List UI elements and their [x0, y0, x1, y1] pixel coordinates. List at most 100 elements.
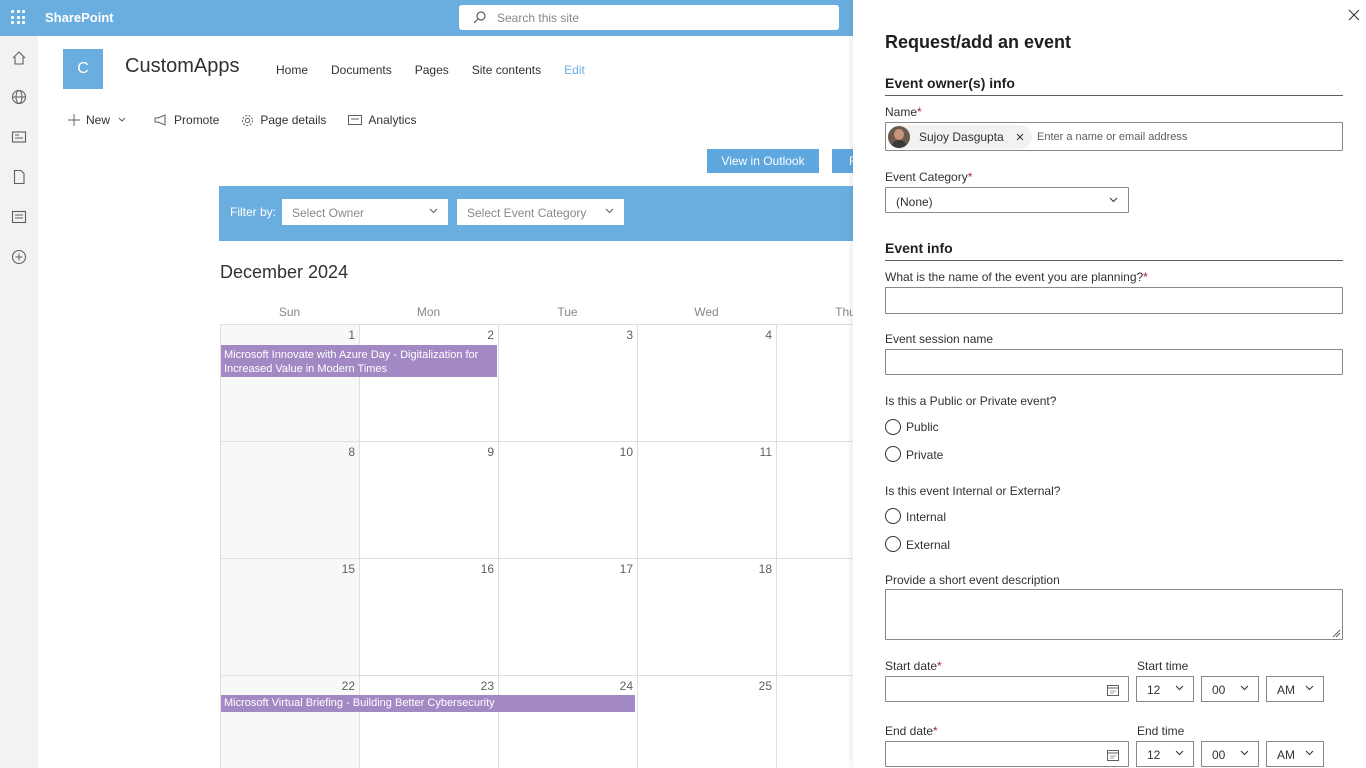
- app-launcher-icon[interactable]: [11, 10, 25, 24]
- end-hour-dropdown[interactable]: 12: [1136, 741, 1194, 767]
- page-details-button[interactable]: Page details: [241, 113, 326, 127]
- owner-section-heading: Event owner(s) info: [885, 75, 1015, 91]
- day-number: 22: [341, 679, 355, 693]
- internal-radio[interactable]: [885, 508, 901, 524]
- site-title[interactable]: CustomApps: [125, 55, 240, 78]
- resize-handle-icon[interactable]: [1331, 628, 1341, 638]
- search-input[interactable]: Search this site: [459, 5, 839, 30]
- day-cell[interactable]: 16: [359, 558, 498, 675]
- day-cell[interactable]: 15: [220, 558, 359, 675]
- calendar-icon[interactable]: [1107, 749, 1119, 761]
- category-dropdown[interactable]: (None): [885, 187, 1129, 213]
- avatar: [888, 126, 910, 148]
- category-filter-dropdown[interactable]: Select Event Category: [457, 199, 624, 225]
- internal-radio-label[interactable]: Internal: [906, 510, 946, 524]
- brand-name[interactable]: SharePoint: [45, 10, 114, 25]
- end-minute-value: 00: [1212, 748, 1226, 762]
- day-number: 15: [341, 562, 355, 576]
- day-number: 24: [619, 679, 633, 693]
- search-icon: [473, 11, 486, 24]
- day-cell[interactable]: 9: [359, 441, 498, 558]
- day-number: 25: [758, 679, 772, 693]
- close-icon[interactable]: [1348, 9, 1360, 21]
- start-hour-value: 12: [1147, 683, 1161, 697]
- day-cell[interactable]: 24: [498, 675, 637, 768]
- start-date-input[interactable]: [885, 676, 1129, 702]
- external-radio[interactable]: [885, 536, 901, 552]
- session-name-input[interactable]: [885, 349, 1343, 375]
- new-button[interactable]: New: [68, 113, 132, 127]
- day-cell[interactable]: 8: [220, 441, 359, 558]
- nav-edit[interactable]: Edit: [564, 63, 585, 77]
- description-textarea[interactable]: [885, 589, 1343, 640]
- promote-button[interactable]: Promote: [154, 113, 219, 127]
- site-logo[interactable]: C: [63, 49, 103, 89]
- start-minute-dropdown[interactable]: 00: [1201, 676, 1259, 702]
- chevron-down-icon: [118, 117, 126, 122]
- day-cell[interactable]: 17: [498, 558, 637, 675]
- end-date-input[interactable]: [885, 741, 1129, 767]
- category-value: (None): [896, 195, 933, 209]
- create-icon[interactable]: [11, 249, 27, 265]
- site-navigation: Home Documents Pages Site contents Edit: [276, 63, 608, 77]
- category-filter-text: Select Event Category: [467, 206, 587, 220]
- nav-home[interactable]: Home: [276, 63, 308, 77]
- day-number: 23: [480, 679, 494, 693]
- secondary-button[interactable]: R: [832, 149, 853, 173]
- day-cell[interactable]: 4: [637, 324, 776, 441]
- nav-documents[interactable]: Documents: [331, 63, 392, 77]
- lists-icon[interactable]: [11, 209, 27, 225]
- start-hour-dropdown[interactable]: 12: [1136, 676, 1194, 702]
- required-mark: *: [917, 105, 922, 119]
- day-cell[interactable]: 10: [498, 441, 637, 558]
- analytics-label: Analytics: [368, 113, 417, 127]
- day-number: 3: [626, 328, 633, 342]
- day-number: 9: [487, 445, 494, 459]
- end-ampm-dropdown[interactable]: AM: [1266, 741, 1324, 767]
- name-input-placeholder[interactable]: Enter a name or email address: [1037, 131, 1187, 143]
- day-cell[interactable]: 1: [220, 324, 359, 441]
- day-cell[interactable]: 3: [498, 324, 637, 441]
- day-cell[interactable]: 11: [637, 441, 776, 558]
- end-minute-dropdown[interactable]: 00: [1201, 741, 1259, 767]
- start-minute-value: 00: [1212, 683, 1226, 697]
- person-chip[interactable]: Sujoy Dasgupta: [888, 125, 1032, 149]
- news-icon[interactable]: [11, 129, 27, 145]
- chevron-down-icon: [605, 208, 614, 214]
- day-cell[interactable]: 2: [359, 324, 498, 441]
- name-label-text: Name: [885, 105, 918, 119]
- end-ampm-value: AM: [1277, 748, 1295, 762]
- document-icon[interactable]: [11, 169, 27, 185]
- day-cell[interactable]: 25: [637, 675, 776, 768]
- private-radio[interactable]: [885, 446, 901, 462]
- owner-filter-dropdown[interactable]: Select Owner: [282, 199, 448, 225]
- weekday-tue: Tue: [557, 305, 578, 319]
- day-number: 18: [758, 562, 772, 576]
- public-radio[interactable]: [885, 419, 901, 435]
- day-cell[interactable]: 18: [637, 558, 776, 675]
- globe-icon[interactable]: [11, 89, 27, 105]
- section-divider: [885, 95, 1343, 96]
- start-ampm-dropdown[interactable]: AM: [1266, 676, 1324, 702]
- analytics-button[interactable]: Analytics: [348, 113, 416, 127]
- calendar-icon[interactable]: [1107, 684, 1119, 696]
- required-mark: *: [933, 724, 938, 738]
- analytics-icon: [348, 115, 363, 125]
- day-cell[interactable]: 22: [220, 675, 359, 768]
- nav-site-contents[interactable]: Site contents: [472, 63, 541, 77]
- view-in-outlook-button[interactable]: View in Outlook: [707, 149, 819, 173]
- event-name-input[interactable]: [885, 287, 1343, 314]
- private-radio-label[interactable]: Private: [906, 448, 943, 462]
- calendar-month-title: December 2024: [220, 262, 349, 282]
- home-icon[interactable]: [11, 50, 27, 66]
- name-label: Name*: [885, 105, 922, 119]
- panel-title: Request/add an event: [885, 32, 1072, 52]
- calendar-event[interactable]: Microsoft Innovate with Azure Day - Digi…: [221, 345, 497, 377]
- day-cell[interactable]: 23: [359, 675, 498, 768]
- weekday-sun: Sun: [278, 305, 301, 319]
- external-radio-label[interactable]: External: [906, 538, 950, 552]
- calendar-event[interactable]: Microsoft Virtual Briefing - Building Be…: [221, 695, 635, 712]
- public-radio-label[interactable]: Public: [906, 420, 939, 434]
- nav-pages[interactable]: Pages: [415, 63, 449, 77]
- remove-person-icon[interactable]: [1016, 133, 1024, 141]
